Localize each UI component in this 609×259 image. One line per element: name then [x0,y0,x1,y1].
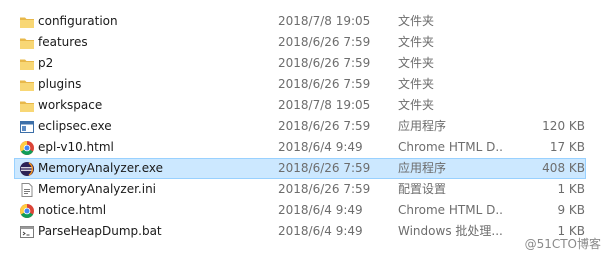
file-type: Chrome HTML D... [398,140,504,154]
folder-icon [19,35,35,51]
file-icon-cell [19,12,35,31]
file-size: 1 KB [557,182,585,196]
file-icon-cell [19,96,35,115]
file-name: MemoryAnalyzer.exe [38,161,164,175]
file-icon-cell [19,159,35,178]
file-row[interactable]: ParseHeapDump.bat 2018/6/4 9:49 Windows 批处… [14,221,586,242]
file-size: 120 KB [542,119,585,133]
file-row[interactable]: configuration 2018/7/8 19:05 文件夹 [14,11,586,32]
file-row[interactable]: plugins 2018/6/26 7:59 文件夹 [14,74,586,95]
file-modified-date: 2018/6/26 7:59 [278,161,371,175]
file-name: epl-v10.html [38,140,114,154]
folder-icon [19,77,35,93]
folder-icon [19,14,35,30]
batch-file-icon [19,224,35,240]
file-modified-date: 2018/6/4 9:49 [278,203,363,217]
file-name: workspace [38,98,103,112]
file-size [515,75,585,94]
file-type: 文件夹 [398,56,435,70]
file-icon-cell [19,138,35,157]
file-type: 文件夹 [398,35,435,49]
file-icon-cell [19,54,35,73]
file-row[interactable]: notice.html 2018/6/4 9:49 Chrome HTML D...… [14,200,586,221]
file-name: p2 [38,56,54,70]
file-modified-date: 2018/6/4 9:49 [278,224,363,238]
file-size: 408 KB [542,161,585,175]
app-window-icon [19,119,35,135]
file-icon-cell [19,180,35,199]
file-modified-date: 2018/6/4 9:49 [278,140,363,154]
file-modified-date: 2018/6/26 7:59 [278,119,371,133]
file-name: plugins [38,77,82,91]
file-modified-date: 2018/6/26 7:59 [278,77,371,91]
file-row[interactable]: MemoryAnalyzer.ini 2018/6/26 7:59 配置设置 1 KB [14,179,586,200]
file-type: Chrome HTML D... [398,203,504,217]
file-type: 文件夹 [398,14,435,28]
file-icon-cell [19,222,35,241]
file-icon-cell [19,33,35,52]
file-type: 文件夹 [398,98,435,112]
file-modified-date: 2018/6/26 7:59 [278,182,371,196]
file-name: MemoryAnalyzer.ini [38,182,157,196]
settings-file-icon [19,182,35,198]
file-size [515,12,585,31]
folder-icon [19,98,35,114]
file-size: 17 KB [549,140,585,154]
file-row-selected[interactable]: MemoryAnalyzer.exe 2018/6/26 7:59 应用程序 408 … [14,158,586,179]
eclipse-icon [19,161,35,177]
file-list: configuration 2018/7/8 19:05 文件夹 features 20… [0,0,609,259]
file-row[interactable]: features 2018/6/26 7:59 文件夹 [14,32,586,53]
file-type: 应用程序 [398,161,447,175]
file-name: features [38,35,88,49]
file-name: ParseHeapDump.bat [38,224,162,238]
file-icon-cell [19,75,35,94]
file-size [515,33,585,52]
file-icon-cell [19,117,35,136]
file-name: eclipsec.exe [38,119,112,133]
file-type: 配置设置 [398,182,447,196]
file-row[interactable]: epl-v10.html 2018/6/4 9:49 Chrome HTML D..… [14,137,586,158]
file-modified-date: 2018/7/8 19:05 [278,98,371,112]
file-type: 文件夹 [398,77,435,91]
file-row[interactable]: workspace 2018/7/8 19:05 文件夹 [14,95,586,116]
watermark: @51CTO博客 [524,237,601,251]
file-name: notice.html [38,203,107,217]
chrome-icon [19,140,35,156]
file-modified-date: 2018/6/26 7:59 [278,35,371,49]
file-row[interactable]: eclipsec.exe 2018/6/26 7:59 应用程序 120 KB [14,116,586,137]
chrome-icon [19,203,35,219]
file-size [515,96,585,115]
file-icon-cell [19,201,35,220]
folder-icon [19,56,35,72]
file-type: Windows 批处理... [398,224,503,238]
file-modified-date: 2018/7/8 19:05 [278,14,371,28]
file-size: 9 KB [557,203,585,217]
file-row[interactable]: p2 2018/6/26 7:59 文件夹 [14,53,586,74]
file-name: configuration [38,14,118,28]
file-type: 应用程序 [398,119,447,133]
file-size [515,54,585,73]
file-modified-date: 2018/6/26 7:59 [278,56,371,70]
